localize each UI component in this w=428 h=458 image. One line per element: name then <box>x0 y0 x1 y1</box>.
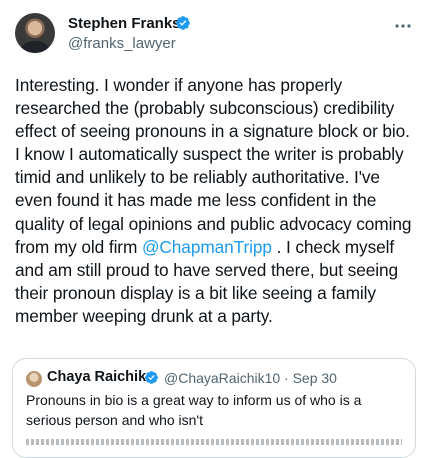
tweet-text-line: their pronoun display is a bit like seei… <box>15 282 376 303</box>
verified-badge-icon <box>145 371 158 384</box>
verified-badge-icon <box>176 16 190 30</box>
tweet-text-line: and am still proud to have served there,… <box>15 259 399 280</box>
author-avatar[interactable] <box>15 13 55 53</box>
quoted-text-line: Pronouns in bio is a great way to inform… <box>26 392 362 408</box>
quoted-tweet-text: Pronouns in bio is a great way to inform… <box>26 391 406 430</box>
author-display-name[interactable]: Stephen Franks <box>68 15 181 32</box>
tweet-text-segment: from my old firm <box>15 236 142 257</box>
quoted-author-display-name[interactable]: Chaya Raichik <box>47 369 146 385</box>
tweet-text-segment: . I check myself <box>271 236 395 257</box>
tweet-text-line: Interesting. I wonder if anyone has prop… <box>15 75 343 95</box>
tweet-text-line: effect of seeing pronouns in a signature… <box>15 121 410 142</box>
quoted-media-preview[interactable] <box>26 439 402 445</box>
tweet-text-line: I know I automatically suspect the write… <box>15 144 404 165</box>
quoted-tweet[interactable]: Chaya Raichik @ChayaRaichik10 · Sep 30 P… <box>12 358 416 458</box>
tweet-text-line: from my old firm @ChapmanTripp . I check… <box>15 236 419 259</box>
author-handle[interactable]: @franks_lawyer <box>68 35 176 52</box>
tweet-text-line: member weeping drunk at a party. <box>15 305 273 326</box>
mention-link[interactable]: @ChapmanTripp <box>142 237 272 257</box>
quoted-text-line: serious person and who isn't <box>26 411 203 428</box>
tweet-text-line: timid and unlikely to be reliably author… <box>15 167 380 188</box>
tweet-text-line: quality of legal opinions and public adv… <box>15 213 412 234</box>
tweet-text-line: even found it has made me less confident… <box>15 190 377 211</box>
quoted-author-avatar[interactable] <box>26 371 42 387</box>
quoted-handle-and-date[interactable]: @ChayaRaichik10 · Sep 30 <box>164 370 337 386</box>
tweet-card: Stephen Franks @franks_lawyer Interestin… <box>0 0 428 458</box>
tweet-text: Interesting. I wonder if anyone has prop… <box>15 74 419 328</box>
more-options-icon[interactable] <box>392 16 414 36</box>
tweet-text-line: researched the (probably subconscious) c… <box>15 98 395 119</box>
